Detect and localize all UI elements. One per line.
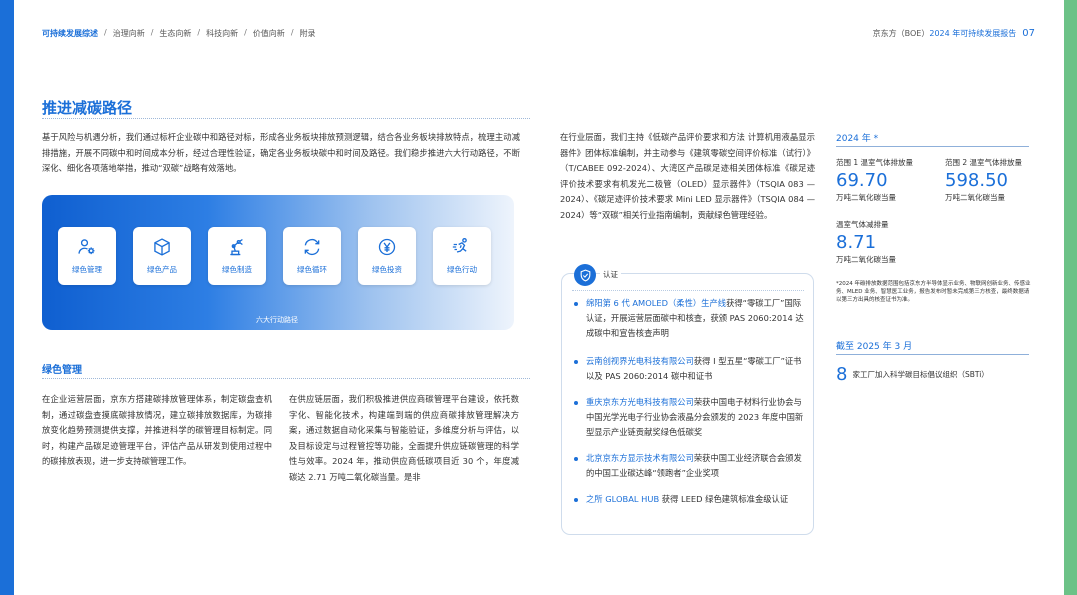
nav-item-ecology[interactable]: 生态向新 bbox=[159, 28, 191, 39]
kpi-value: 598.50 bbox=[945, 170, 1008, 191]
nav-separator: / bbox=[290, 28, 294, 37]
path-card-label: 绿色行动 bbox=[447, 265, 477, 274]
intro-paragraph: 基于风险与机遇分析，我们通过标杆企业碳中和路径对标，形成各业务板块排放预测逻辑，… bbox=[42, 132, 520, 173]
section-title: 推进减碳路径 bbox=[42, 99, 133, 117]
kpi-year-label: 2024 年 * bbox=[836, 134, 879, 144]
list-item: 绵阳第 6 代 AMOLED（柔性）生产线获得“零碳工厂”国际认证，开展运营层面… bbox=[574, 296, 806, 341]
nav-item-technology[interactable]: 科技向新 bbox=[206, 28, 238, 39]
nav-separator: / bbox=[104, 28, 107, 37]
path-card-label: 绿色制造 bbox=[222, 265, 252, 274]
kpi-unit: 万吨二氧化碳当量 bbox=[836, 193, 896, 202]
kpi-unit: 万吨二氧化碳当量 bbox=[836, 255, 896, 264]
sbti-text: 家工厂加入科学碳目标倡议组织（SBTi） bbox=[852, 370, 989, 379]
nav-item-governance[interactable]: 治理向新 bbox=[113, 28, 145, 39]
path-card-green-management: 绿色管理 bbox=[58, 227, 116, 285]
action-path-cards: 绿色管理 绿色产品 绿色制造 绿色循环 绿色投资 绿色行动 bbox=[58, 227, 491, 285]
action-paths-banner: 绿色管理 绿色产品 绿色制造 绿色循环 绿色投资 绿色行动 六大行动路径 bbox=[42, 195, 514, 330]
list-item: 云南创视界光电科技有限公司获得 I 型五星“零碳工厂”证书以及 PAS 2060… bbox=[574, 354, 806, 384]
kpi-footnote: *2024 年碳排放数据范围包括京东方半导体显示业务、物联网创新业务、传感业务、… bbox=[836, 281, 1031, 303]
right-edge-bar bbox=[1064, 0, 1077, 595]
list-item: 重庆京东方光电科技有限公司荣获中国电子材料行业协会与中国光学光电子行业协会液晶分… bbox=[574, 395, 806, 440]
kpi-unit: 万吨二氧化碳当量 bbox=[945, 193, 1005, 202]
kpi-scope2-emissions: 范围 2 温室气体排放量 598.50 万吨二氧化碳当量 bbox=[945, 157, 1022, 203]
certification-divider bbox=[572, 290, 804, 291]
kpi-scope1-emissions: 范围 1 温室气体排放量 69.70 万吨二氧化碳当量 bbox=[836, 157, 913, 203]
page-number: 07 bbox=[1022, 28, 1035, 39]
cert-detail: 获得 LEED 绿色建筑标准金级认证 bbox=[659, 494, 789, 504]
path-card-label: 绿色投资 bbox=[372, 265, 402, 274]
nav-separator: / bbox=[150, 28, 154, 37]
kpi-value: 69.70 bbox=[836, 170, 888, 191]
path-card-green-product: 绿色产品 bbox=[133, 227, 191, 285]
cert-entity: 之所 GLOBAL HUB bbox=[586, 494, 660, 504]
sbti-divider bbox=[836, 354, 1029, 355]
people-gear-icon bbox=[78, 239, 95, 255]
left-edge-bar bbox=[0, 0, 14, 595]
nav-item-overview[interactable]: 可持续发展综述 bbox=[42, 28, 98, 39]
nav-item-appendix[interactable]: 附录 bbox=[300, 28, 316, 39]
path-card-label: 绿色循环 bbox=[297, 265, 327, 274]
kpi-label: 范围 1 温室气体排放量 bbox=[836, 158, 914, 167]
kpi-value: 8.71 bbox=[836, 232, 877, 253]
cycle-icon bbox=[304, 238, 320, 256]
cert-entity: 绵阳第 6 代 AMOLED（柔性）生产线 bbox=[586, 298, 727, 308]
sbti-date-label: 截至 2025 年 3 月 bbox=[836, 342, 913, 352]
breadcrumb-nav: 可持续发展综述 / 治理向新 / 生态向新 / 科技向新 / 价值向新 / 附录 bbox=[42, 28, 316, 39]
sbti-stat: 8 家工厂加入科学碳目标倡议组织（SBTi） bbox=[836, 364, 989, 385]
nav-item-value[interactable]: 价值向新 bbox=[253, 28, 285, 39]
green-management-col2: 在供应链层面，我们积极推进供应商碳管理平台建设，依托数字化、智能化技术，构建端到… bbox=[289, 394, 519, 482]
path-card-green-cycle: 绿色循环 bbox=[283, 227, 341, 285]
list-item: 北京京东方显示技术有限公司荣获中国工业经济联合会颁发的中国工业碳达峰“领跑者”企… bbox=[574, 451, 806, 481]
shield-check-icon bbox=[574, 264, 596, 286]
report-header: 京东方（BOE）2024 年可持续发展报告 07 bbox=[873, 28, 1035, 39]
cert-entity: 云南创视界光电科技有限公司 bbox=[586, 356, 694, 366]
kpi-divider bbox=[836, 146, 1029, 147]
company-name: 京东方（BOE） bbox=[872, 29, 930, 38]
green-management-col3: 在行业层面，我们主持《低碳产品评价要求和方法 计算机用液晶显示器件》团体标准编制… bbox=[560, 132, 815, 220]
cert-entity: 重庆京东方光电科技有限公司 bbox=[586, 397, 694, 407]
sbti-count: 8 bbox=[836, 364, 848, 385]
path-card-green-manufacturing: 绿色制造 bbox=[208, 227, 266, 285]
certification-list: 绵阳第 6 代 AMOLED（柔性）生产线获得“零碳工厂”国际认证，开展运营层面… bbox=[574, 296, 806, 507]
green-management-heading: 绿色管理 bbox=[42, 365, 82, 376]
certification-box: 认证 绵阳第 6 代 AMOLED（柔性）生产线获得“零碳工厂”国际认证，开展运… bbox=[561, 264, 814, 535]
report-year-title: 2024 年可持续发展报告 bbox=[929, 29, 1017, 38]
list-item: 之所 GLOBAL HUB 获得 LEED 绿色建筑标准金级认证 bbox=[574, 492, 806, 507]
box-icon bbox=[154, 238, 170, 256]
path-card-label: 绿色管理 bbox=[72, 265, 102, 274]
path-card-label: 绿色产品 bbox=[147, 265, 177, 274]
runner-icon bbox=[452, 238, 467, 253]
certification-title: 认证 bbox=[600, 269, 621, 280]
kpi-label: 温室气体减排量 bbox=[836, 220, 889, 229]
kpi-label: 范围 2 温室气体排放量 bbox=[945, 158, 1023, 167]
robot-arm-icon bbox=[230, 238, 243, 256]
path-card-green-action: 绿色行动 bbox=[433, 227, 491, 285]
kpi-ghg-reduction: 温室气体减排量 8.71 万吨二氧化碳当量 bbox=[836, 219, 896, 265]
nav-separator: / bbox=[244, 28, 247, 37]
green-management-divider bbox=[42, 378, 530, 379]
title-divider bbox=[42, 118, 530, 119]
green-management-col1: 在企业运营层面，京东方搭建碳排放管理体系，制定碳盘查机制，通过碳盘查摸底碳排放情… bbox=[42, 394, 272, 466]
cert-entity: 北京京东方显示技术有限公司 bbox=[586, 453, 694, 463]
yuan-coin-icon bbox=[378, 238, 396, 256]
banner-caption: 六大行动路径 bbox=[256, 316, 298, 324]
nav-separator: / bbox=[197, 28, 201, 37]
path-card-green-investment: 绿色投资 bbox=[358, 227, 416, 285]
